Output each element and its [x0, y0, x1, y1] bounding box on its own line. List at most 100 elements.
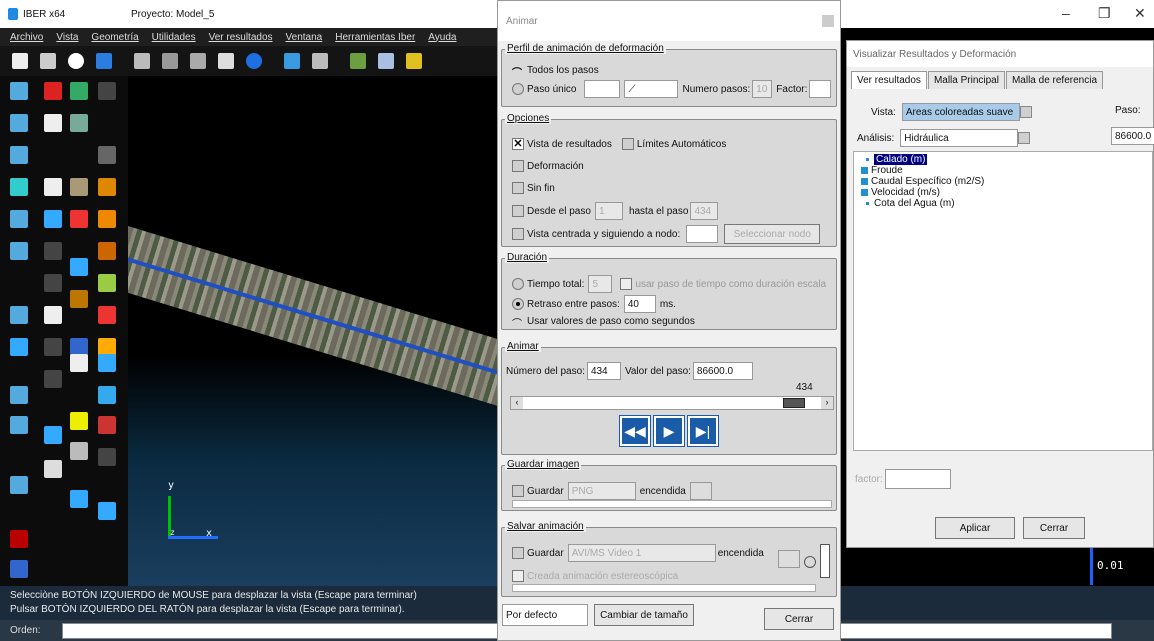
- max-icon[interactable]: [70, 290, 88, 308]
- wave-icon[interactable]: [98, 502, 116, 520]
- sin-fin-checkbox[interactable]: [512, 182, 524, 194]
- desde-input[interactable]: 1: [594, 202, 623, 220]
- elevation-icon[interactable]: [44, 242, 62, 260]
- results-icon[interactable]: [406, 53, 422, 69]
- play-button[interactable]: ▶: [653, 415, 685, 447]
- record-icon[interactable]: [804, 556, 816, 568]
- paso-unico-radio[interactable]: [512, 83, 524, 95]
- minimize-button[interactable]: –: [1062, 5, 1070, 21]
- vista-dropdown-icon[interactable]: [1019, 106, 1032, 118]
- numero-pasos-input[interactable]: 10: [752, 80, 773, 98]
- view-icon[interactable]: [134, 53, 150, 69]
- legend-bar2-icon[interactable]: [10, 560, 28, 578]
- edit-icon[interactable]: [44, 114, 62, 132]
- results-tree[interactable]: Calado (m) Froude Caudal Específico (m2/…: [853, 151, 1153, 451]
- step-slider[interactable]: ‹ ›: [510, 396, 834, 410]
- layers-icon[interactable]: [70, 258, 88, 276]
- delete-icon[interactable]: [70, 210, 88, 228]
- slider-thumb[interactable]: [783, 398, 806, 408]
- histogram-icon[interactable]: [70, 354, 88, 372]
- aplicar-button[interactable]: Aplicar: [935, 517, 1015, 539]
- tree-item-velocidad[interactable]: Velocidad (m/s): [858, 187, 1148, 198]
- table-icon[interactable]: [70, 412, 88, 430]
- tree-item-froude[interactable]: Froude: [858, 165, 1148, 176]
- animar-cerrar-button[interactable]: Cerrar: [764, 608, 834, 630]
- view2-icon[interactable]: [162, 53, 178, 69]
- end-button[interactable]: ▶|: [687, 415, 719, 447]
- cross-icon[interactable]: [98, 306, 116, 324]
- tiempo-total-input[interactable]: 5: [588, 275, 613, 293]
- legend-bar-icon[interactable]: [10, 530, 28, 548]
- scale-icon[interactable]: [98, 274, 116, 292]
- arc-icon[interactable]: [98, 386, 116, 404]
- angle-icon[interactable]: [10, 416, 28, 434]
- slider-right-icon[interactable]: ›: [821, 397, 833, 409]
- link-icon[interactable]: [98, 82, 116, 100]
- seleccionar-nodo-button[interactable]: Seleccionar nodo: [724, 224, 821, 244]
- close-button[interactable]: ✕: [1134, 5, 1146, 22]
- animacion-format-select[interactable]: AVI/MS Video 1: [567, 544, 716, 562]
- triangle-icon[interactable]: [10, 386, 28, 404]
- view3-icon[interactable]: [190, 53, 206, 69]
- brush-icon[interactable]: [98, 416, 116, 434]
- vista-select[interactable]: Areas coloreadas suave: [901, 103, 1020, 121]
- menu-lines-icon[interactable]: [44, 460, 62, 478]
- usar-valores-radio[interactable]: ⌒: [512, 315, 524, 330]
- desde-checkbox[interactable]: [512, 205, 524, 217]
- usar-paso-checkbox[interactable]: [620, 278, 633, 290]
- raster-icon[interactable]: [70, 178, 88, 196]
- todos-radio[interactable]: ⌒: [512, 64, 524, 79]
- analisis-dropdown-icon[interactable]: [1018, 132, 1031, 144]
- tab-ver-resultados[interactable]: Ver resultados: [851, 71, 927, 89]
- tree-item-caudal[interactable]: Caudal Específico (m2/S): [858, 176, 1148, 187]
- guardar-imagen-checkbox[interactable]: [512, 485, 524, 497]
- menu-herramientas[interactable]: Herramientas Iber: [335, 32, 415, 43]
- mesh-icon[interactable]: [350, 53, 366, 69]
- iber-icon[interactable]: [70, 490, 88, 508]
- gradient-icon[interactable]: [98, 178, 116, 196]
- menu-archivo[interactable]: Archivo: [10, 32, 43, 43]
- camera-icon[interactable]: [284, 53, 300, 69]
- tab-malla-principal[interactable]: Malla Principal: [927, 71, 1005, 89]
- cambiar-tamano-button[interactable]: Cambiar de tamaño: [594, 604, 694, 626]
- imagen-format-select[interactable]: PNG: [567, 482, 636, 500]
- retraso-input[interactable]: 40: [623, 295, 656, 313]
- analisis-select[interactable]: Hidráulica: [900, 129, 1019, 147]
- move-icon[interactable]: [10, 210, 28, 228]
- new-file-icon[interactable]: [12, 53, 28, 69]
- tree-item-cota[interactable]: Cota del Agua (m): [858, 198, 1148, 209]
- nodo-input[interactable]: [686, 225, 719, 243]
- polyline-icon[interactable]: [10, 146, 28, 164]
- paso-unico-select[interactable]: [584, 80, 621, 98]
- paso-input[interactable]: 86600.0: [1111, 127, 1154, 145]
- hasta-input[interactable]: 434: [690, 202, 719, 220]
- tab-malla-referencia[interactable]: Malla de referencia: [1005, 71, 1104, 89]
- slope-icon[interactable]: [98, 242, 116, 260]
- condition-icon[interactable]: [44, 82, 62, 100]
- line-tool-icon[interactable]: [10, 114, 28, 132]
- lines-icon[interactable]: [98, 354, 116, 372]
- point-tool-icon[interactable]: [10, 82, 28, 100]
- animar-close-icon[interactable]: [822, 15, 834, 27]
- menu-ver-resultados[interactable]: Ver resultados: [209, 32, 273, 43]
- eraser-icon[interactable]: [98, 448, 116, 466]
- numero-paso-input[interactable]: 434: [586, 362, 621, 380]
- line-style-select[interactable]: ⟋: [624, 80, 679, 98]
- map-viewport[interactable]: y x z: [128, 76, 510, 586]
- measure-icon[interactable]: [10, 242, 28, 260]
- volume-icon[interactable]: [44, 210, 62, 228]
- slider-left-icon[interactable]: ‹: [511, 397, 523, 409]
- info-icon[interactable]: [44, 426, 62, 444]
- zoom-window-icon[interactable]: [10, 306, 28, 324]
- maximize-button[interactable]: ❐: [1098, 5, 1111, 22]
- factor-input-vis[interactable]: [884, 469, 951, 489]
- xy-icon[interactable]: [44, 370, 62, 388]
- tiempo-total-radio[interactable]: [512, 278, 524, 290]
- curve-icon[interactable]: [10, 476, 28, 494]
- valor-paso-input[interactable]: 86600.0: [692, 362, 753, 380]
- open-folder-icon[interactable]: [40, 53, 56, 69]
- menu-vista[interactable]: Vista: [56, 32, 78, 43]
- paint-icon[interactable]: [70, 442, 88, 460]
- grid-icon[interactable]: [44, 274, 62, 292]
- frame-icon[interactable]: [10, 338, 28, 356]
